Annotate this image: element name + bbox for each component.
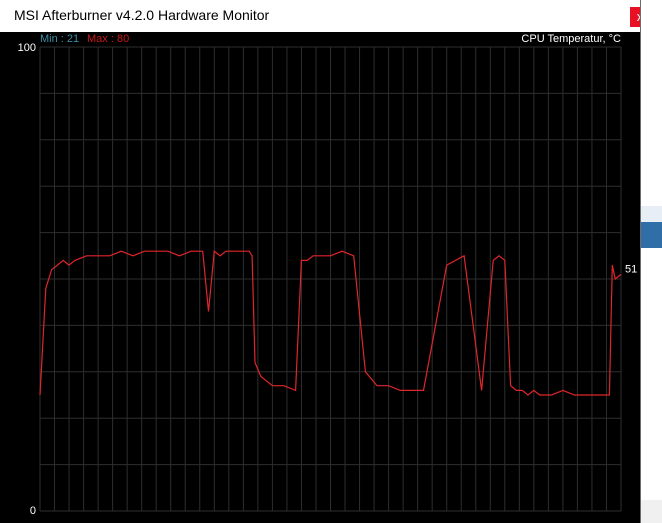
graph-background (0, 32, 640, 523)
min-label: Min : 21 (40, 33, 79, 45)
y-min-label: 0 (30, 505, 36, 517)
window-title: MSI Afterburner v4.2.0 Hardware Monitor (14, 7, 270, 23)
max-label: Max : 80 (87, 33, 129, 45)
series-title: CPU Temperatur, °C (521, 33, 621, 45)
background-window (640, 0, 662, 523)
current-value-label: 51 (625, 263, 637, 275)
close-icon: x (636, 9, 640, 24)
hardware-monitor-window: MSI Afterburner v4.2.0 Hardware Monitor … (0, 0, 640, 523)
title-bar[interactable]: MSI Afterburner v4.2.0 Hardware Monitor … (0, 0, 640, 32)
close-button[interactable]: x (630, 7, 640, 27)
y-max-label: 100 (18, 42, 36, 54)
monitor-graph[interactable]: Min : 21 Max : 80 CPU Temperatur, °C 100… (0, 32, 640, 523)
graph-grid (39, 46, 622, 512)
